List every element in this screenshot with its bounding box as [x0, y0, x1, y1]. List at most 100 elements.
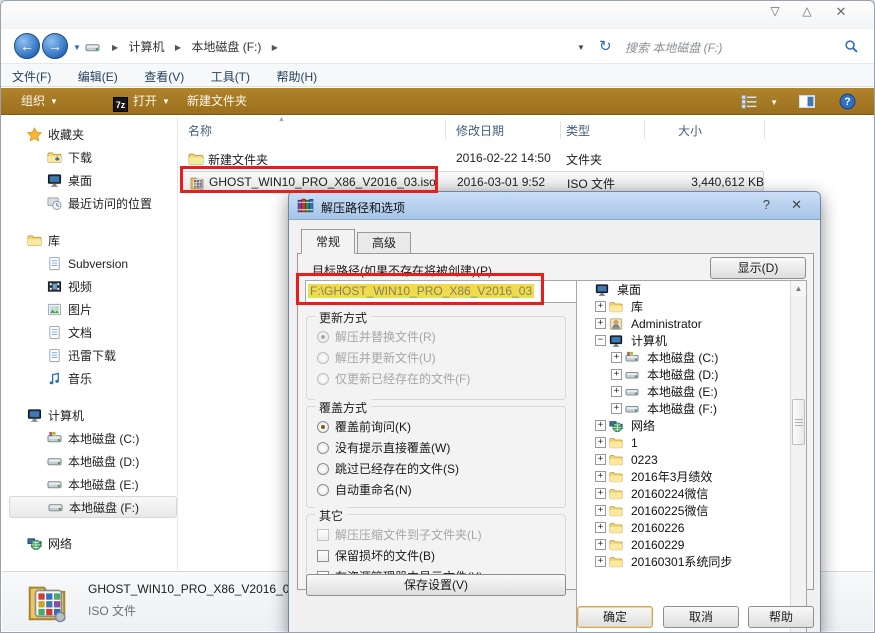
checkbox-keep-broken-files[interactable]: 保留损坏的文件(B): [317, 546, 565, 565]
sidebar-item-documents[interactable]: 文档: [9, 321, 177, 344]
expander[interactable]: +: [611, 403, 622, 414]
tree-item-folder-1[interactable]: +1: [577, 434, 806, 451]
tree-item-disk-c[interactable]: +本地磁盘 (C:): [577, 349, 806, 366]
organize-button[interactable]: 组织▼: [21, 88, 58, 115]
expander[interactable]: +: [595, 301, 606, 312]
sidebar-item-videos[interactable]: 视频: [9, 275, 177, 298]
sidebar-item-recent-places[interactable]: 最近访问的位置: [9, 192, 177, 215]
expander[interactable]: +: [595, 522, 606, 533]
history-dropdown-icon[interactable]: ▼: [73, 43, 81, 52]
breadcrumb-local-disk-f[interactable]: 本地磁盘 (F:): [191, 40, 261, 54]
display-button[interactable]: 显示(D): [710, 257, 806, 279]
breadcrumb-separator[interactable]: ▶: [168, 43, 188, 52]
tree-item-disk-f[interactable]: +本地磁盘 (F:): [577, 400, 806, 417]
sidebar-network[interactable]: 网络: [9, 532, 177, 555]
dialog-titlebar[interactable]: 解压路径和选项 ? ✕: [289, 192, 820, 220]
sidebar-libraries[interactable]: 库: [9, 229, 177, 252]
sidebar-item-music[interactable]: 音乐: [9, 367, 177, 390]
tree-item-network[interactable]: +网络: [577, 417, 806, 434]
ok-button[interactable]: 确定: [577, 606, 653, 628]
search-input[interactable]: 搜索 本地磁盘 (F:): [621, 34, 861, 58]
sidebar-item-disk-e[interactable]: 本地磁盘 (E:): [9, 473, 177, 496]
sidebar-item-disk-c[interactable]: 本地磁盘 (C:): [9, 427, 177, 450]
tree-item-disk-d[interactable]: +本地磁盘 (D:): [577, 366, 806, 383]
scroll-up-icon[interactable]: ▲: [791, 281, 806, 296]
chevron-down-icon[interactable]: ▼: [770, 98, 778, 107]
scrollbar-thumb[interactable]: [792, 399, 805, 445]
tree-item-folder-20160224[interactable]: +20160224微信: [577, 485, 806, 502]
open-button[interactable]: 7z打开▼: [113, 88, 170, 115]
sidebar-item-desktop[interactable]: 桌面: [9, 169, 177, 192]
back-button[interactable]: ←: [14, 33, 40, 59]
dialog-close-icon[interactable]: ✕: [791, 197, 802, 213]
sidebar-favorites[interactable]: 收藏夹: [9, 123, 177, 146]
tab-general[interactable]: 常规: [301, 229, 355, 254]
tree-item-computer[interactable]: −计算机: [577, 332, 806, 349]
search-icon[interactable]: [844, 38, 859, 56]
menu-file[interactable]: 文件(F): [1, 64, 62, 89]
window-titlebar[interactable]: ▽ △ ✕: [1, 1, 874, 29]
cancel-button[interactable]: 取消: [663, 606, 739, 628]
preview-pane-icon[interactable]: [798, 93, 816, 111]
expander[interactable]: +: [595, 318, 606, 329]
dialog-help-icon[interactable]: ?: [763, 197, 770, 212]
help-button[interactable]: 帮助: [748, 606, 814, 628]
expander[interactable]: +: [595, 471, 606, 482]
expander[interactable]: +: [611, 386, 622, 397]
expander[interactable]: +: [595, 454, 606, 465]
tree-item-desktop[interactable]: 桌面: [577, 281, 806, 298]
tree-item-folder-2016-march[interactable]: +2016年3月绩效: [577, 468, 806, 485]
tab-advanced[interactable]: 高级: [357, 232, 411, 254]
checkbox-extract-to-subfolder[interactable]: 解压压缩文件到子文件夹(L): [317, 525, 565, 544]
radio-update-existing-only[interactable]: 仅更新已经存在的文件(F): [317, 369, 565, 388]
save-settings-button[interactable]: 保存设置(V): [306, 574, 566, 596]
expander[interactable]: −: [595, 335, 606, 346]
file-name[interactable]: 新建文件夹: [208, 151, 268, 168]
column-divider[interactable]: [445, 121, 446, 139]
minimize-icon[interactable]: ▽: [762, 4, 788, 20]
menu-edit[interactable]: 编辑(E): [67, 64, 129, 89]
sidebar-item-disk-d[interactable]: 本地磁盘 (D:): [9, 450, 177, 473]
column-divider[interactable]: [764, 121, 765, 139]
expander[interactable]: +: [595, 505, 606, 516]
expander[interactable]: +: [595, 539, 606, 550]
tree-item-libraries[interactable]: +库: [577, 298, 806, 315]
expander[interactable]: +: [595, 556, 606, 567]
column-header-date[interactable]: 修改日期: [456, 122, 504, 139]
column-divider[interactable]: [560, 121, 561, 139]
tree-item-folder-20160229[interactable]: +20160229: [577, 536, 806, 553]
sidebar-item-disk-f[interactable]: 本地磁盘 (F:): [9, 496, 177, 518]
tree-item-folder-20160226[interactable]: +20160226: [577, 519, 806, 536]
expander[interactable]: +: [611, 369, 622, 380]
refresh-icon[interactable]: ↻: [599, 37, 612, 55]
expander[interactable]: +: [595, 437, 606, 448]
breadcrumb-separator[interactable]: ▶: [265, 43, 285, 52]
tree-item-folder-20160301[interactable]: +20160301系统同步: [577, 553, 806, 570]
expander[interactable]: +: [595, 488, 606, 499]
radio-auto-rename[interactable]: 自动重命名(N): [317, 480, 565, 499]
target-path-value[interactable]: F:\GHOST_WIN10_PRO_X86_V2016_03: [308, 284, 534, 298]
tree-item-folder-20160225[interactable]: +20160225微信: [577, 502, 806, 519]
expander[interactable]: +: [611, 352, 622, 363]
new-folder-button[interactable]: 新建文件夹: [187, 88, 247, 115]
menu-view[interactable]: 查看(V): [133, 64, 195, 89]
radio-skip-existing[interactable]: 跳过已经存在的文件(S): [317, 459, 565, 478]
sidebar-item-thunder-downloads[interactable]: 迅雷下载: [9, 344, 177, 367]
destination-folder-tree[interactable]: 桌面 +库 +Administrator −计算机 +本地磁盘 (C:) +本地…: [576, 280, 807, 633]
help-icon[interactable]: [839, 93, 856, 111]
menu-tools[interactable]: 工具(T): [200, 64, 261, 89]
maximize-icon[interactable]: △: [794, 4, 820, 20]
menu-help[interactable]: 帮助(H): [265, 64, 328, 89]
expander[interactable]: +: [595, 420, 606, 431]
radio-overwrite-without-prompt[interactable]: 没有提示直接覆盖(W): [317, 438, 565, 457]
column-header-type[interactable]: 类型: [566, 122, 590, 139]
address-dropdown-icon[interactable]: ▼: [577, 43, 585, 52]
sidebar-computer[interactable]: 计算机: [9, 404, 177, 427]
tree-item-disk-e[interactable]: +本地磁盘 (E:): [577, 383, 806, 400]
sidebar-item-subversion[interactable]: Subversion: [9, 252, 177, 275]
tree-item-folder-0223[interactable]: +0223: [577, 451, 806, 468]
file-name[interactable]: GHOST_WIN10_PRO_X86_V2016_03.iso: [209, 175, 436, 189]
radio-extract-replace[interactable]: 解压并替换文件(R): [317, 327, 565, 346]
tree-item-administrator[interactable]: +Administrator: [577, 315, 806, 332]
sidebar-item-pictures[interactable]: 图片: [9, 298, 177, 321]
